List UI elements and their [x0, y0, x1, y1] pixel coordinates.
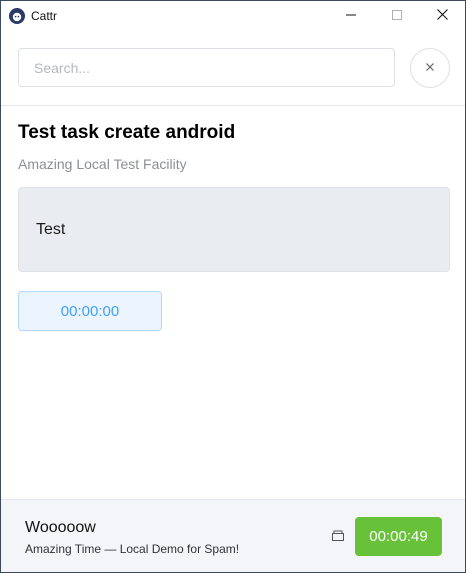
- minimize-button[interactable]: [328, 1, 374, 31]
- task-title: Test task create android: [18, 122, 236, 143]
- window-title: Cattr: [31, 9, 58, 23]
- close-icon: [436, 7, 448, 25]
- archive-icon[interactable]: [331, 529, 345, 543]
- window-close-button[interactable]: [419, 1, 465, 31]
- minimize-icon: [346, 7, 356, 25]
- tracking-footer: Wooooow Amazing Time — Local Demo for Sp…: [1, 499, 465, 572]
- task-description-text: Test: [36, 221, 66, 238]
- task-description: Test: [18, 187, 450, 272]
- maximize-button[interactable]: [374, 1, 420, 31]
- active-timer-button[interactable]: 00:00:49: [355, 517, 442, 556]
- search-input[interactable]: [18, 48, 395, 87]
- close-icon: [425, 59, 435, 77]
- active-project-name: Amazing Time — Local Demo for Spam!: [25, 542, 240, 556]
- active-task-name[interactable]: Wooooow: [25, 519, 96, 537]
- cattr-logo-icon: [9, 8, 25, 24]
- header-divider: [1, 105, 465, 106]
- title-bar: Cattr: [1, 1, 465, 31]
- project-name: Amazing Local Test Facility: [18, 156, 187, 172]
- app-window: Cattr Test task create android Amazing L…: [0, 0, 466, 573]
- clear-search-button[interactable]: [410, 48, 450, 88]
- task-timer-button[interactable]: 00:00:00: [18, 291, 162, 331]
- maximize-icon: [392, 7, 402, 25]
